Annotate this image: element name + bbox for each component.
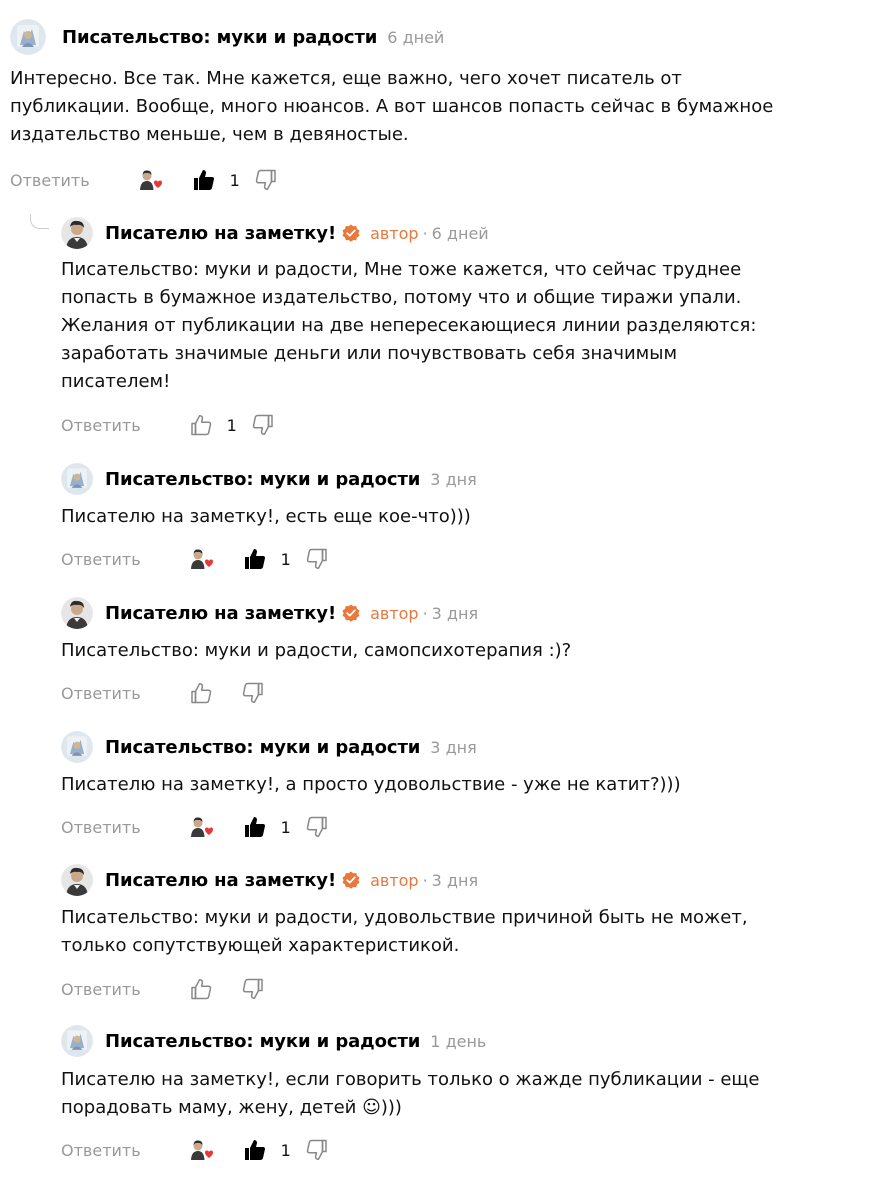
author-badge: автор	[370, 603, 419, 623]
liker-avatar-heart-icon	[189, 547, 213, 571]
comment-header: Писательство: муки и радости 1 день	[61, 1019, 486, 1063]
comment-actions: Ответить	[61, 974, 265, 1004]
author-name[interactable]: Писательство: муки и радости	[105, 737, 420, 758]
thumbs-down-icon[interactable]	[251, 413, 275, 437]
comment-time: 3 дня	[430, 469, 477, 489]
avatar[interactable]	[10, 19, 46, 55]
comment-text: Писателю на заметку!, есть еще кое-что))…	[61, 506, 471, 527]
comment-0: Писательство: муки и радости 6 дней Инте…	[10, 15, 870, 205]
avatar[interactable]	[61, 731, 93, 763]
verified-check-icon	[342, 604, 360, 622]
comment-text: Писательство: муки и радости, самопсихот…	[61, 640, 572, 661]
comment-time: 6 дней	[431, 223, 489, 243]
comment-header: Писателю на заметку! автор · 3 дня	[61, 858, 478, 902]
author-badge: автор	[370, 870, 419, 890]
like-count: 1	[229, 170, 240, 190]
thumbs-down-icon[interactable]	[241, 681, 265, 705]
comment-actions: Ответить 1	[61, 544, 329, 574]
avatar[interactable]	[61, 1025, 93, 1057]
reply-button[interactable]: Ответить	[61, 684, 141, 703]
thumbs-down-icon[interactable]	[305, 815, 329, 839]
comment-text: Интересно. Все так. Мне кажется, еще важ…	[10, 68, 774, 145]
comment-2: Писательство: муки и радости 3 дня Писат…	[61, 457, 861, 577]
liker-avatar-heart-icon	[189, 1138, 213, 1162]
thumbs-down-icon[interactable]	[241, 977, 265, 1001]
comment-4: Писательство: муки и радости 3 дня Писат…	[61, 725, 861, 845]
comment-header: Писательство: муки и радости 6 дней	[10, 15, 444, 59]
comment-6: Писательство: муки и радости 1 день Писа…	[61, 1019, 861, 1179]
comment-actions: Ответить 1	[10, 165, 278, 195]
reply-button[interactable]: Ответить	[61, 980, 141, 999]
comment-text: Писателю на заметку!, а просто удовольст…	[61, 774, 681, 795]
separator: ·	[422, 223, 428, 243]
comment-time: 3 дня	[430, 737, 477, 757]
comment-text: Писателю на заметку!, если говорить толь…	[61, 1069, 760, 1118]
comment-header: Писателю на заметку! автор · 6 дней	[61, 211, 489, 255]
separator: ·	[422, 870, 428, 890]
verified-check-icon	[342, 871, 360, 889]
like-count: 1	[280, 549, 291, 569]
thumbs-up-icon[interactable]	[192, 168, 216, 192]
thread-connector	[30, 214, 49, 229]
author-name[interactable]: Писательство: муки и радости	[62, 27, 377, 48]
thumbs-up-icon[interactable]	[243, 815, 267, 839]
author-name[interactable]: Писательство: муки и радости	[105, 1031, 420, 1052]
thumbs-down-icon[interactable]	[254, 168, 278, 192]
comment-actions: Ответить	[61, 678, 265, 708]
like-count: 1	[280, 817, 291, 837]
reply-button[interactable]: Ответить	[61, 818, 141, 837]
comment-5: Писателю на заметку! автор · 3 дня Писат…	[61, 858, 861, 1008]
liker-avatar-heart-icon	[138, 168, 162, 192]
comment-time: 6 дней	[387, 27, 445, 47]
thumbs-down-icon[interactable]	[305, 547, 329, 571]
author-badge: автор	[370, 223, 419, 243]
comment-time: 3 дня	[431, 603, 479, 623]
liker-avatar-heart-icon	[189, 815, 213, 839]
reply-button[interactable]: Ответить	[61, 416, 141, 435]
author-name[interactable]: Писателю на заметку!	[105, 223, 336, 244]
avatar[interactable]	[61, 864, 93, 896]
comment-header: Писательство: муки и радости 3 дня	[61, 457, 477, 501]
avatar[interactable]	[61, 463, 93, 495]
comment-actions: Ответить 1	[61, 410, 275, 440]
separator: ·	[422, 603, 428, 623]
reply-button[interactable]: Ответить	[61, 1141, 141, 1160]
comment-header: Писателю на заметку! автор · 3 дня	[61, 591, 478, 635]
verified-check-icon	[342, 224, 360, 242]
thumbs-up-icon[interactable]	[243, 547, 267, 571]
author-name[interactable]: Писателю на заметку!	[105, 870, 336, 891]
author-name[interactable]: Писательство: муки и радости	[105, 469, 420, 490]
comment-time: 3 дня	[431, 870, 479, 890]
thumbs-up-icon[interactable]	[243, 1138, 267, 1162]
reply-button[interactable]: Ответить	[61, 550, 141, 569]
avatar[interactable]	[61, 217, 93, 249]
comment-actions: Ответить 1	[61, 812, 329, 842]
author-name[interactable]: Писателю на заметку!	[105, 603, 336, 624]
comment-3: Писателю на заметку! автор · 3 дня Писат…	[61, 591, 861, 711]
thumbs-down-icon[interactable]	[305, 1138, 329, 1162]
like-count: 1	[280, 1140, 291, 1160]
comment-text: Писательство: муки и радости, Мне тоже к…	[61, 259, 757, 392]
comment-time: 1 день	[430, 1031, 487, 1051]
thumbs-up-icon[interactable]	[189, 977, 213, 1001]
comment-header: Писательство: муки и радости 3 дня	[61, 725, 477, 769]
comment-actions: Ответить 1	[61, 1135, 329, 1165]
thumbs-up-icon[interactable]	[189, 413, 213, 437]
reply-button[interactable]: Ответить	[10, 171, 90, 190]
comment-text: Писательство: муки и радости, удовольств…	[61, 907, 748, 956]
avatar[interactable]	[61, 597, 93, 629]
comment-1: Писателю на заметку! автор · 6 дней Писа…	[61, 211, 861, 441]
like-count: 1	[226, 415, 237, 435]
thumbs-up-icon[interactable]	[189, 681, 213, 705]
